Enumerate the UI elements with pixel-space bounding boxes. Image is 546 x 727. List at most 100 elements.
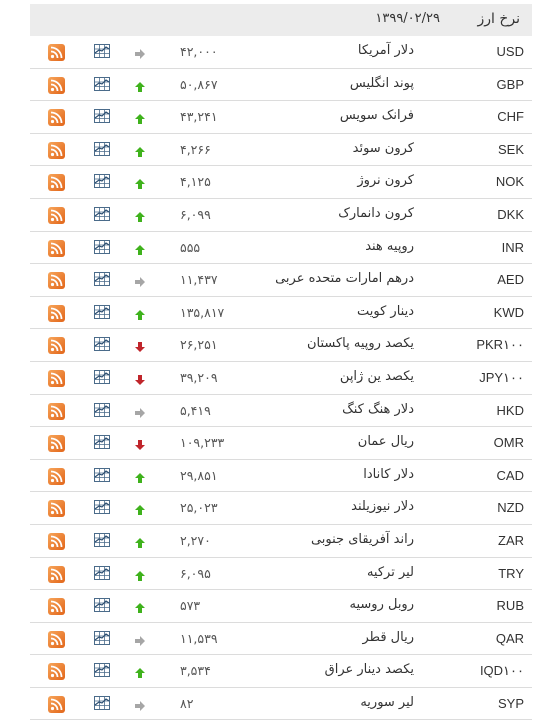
chart-icon[interactable] — [94, 304, 110, 319]
table-row: IQD۱۰۰ یکصد دینار عراق ۳,۵۳۴ — [30, 655, 532, 688]
chart-icon[interactable] — [94, 402, 110, 417]
chart-icon[interactable] — [94, 369, 110, 384]
chart-icon[interactable] — [94, 597, 110, 613]
rss-icon[interactable] — [48, 109, 65, 127]
currency-code: PKR۱۰۰ — [476, 337, 524, 353]
chart-icon[interactable] — [94, 206, 110, 221]
arrow-up-icon — [134, 208, 146, 222]
table-row: OMR ریال عمان ۱۰۹,۲۳۳ — [30, 427, 532, 460]
chart-icon[interactable] — [94, 336, 110, 352]
arrow-right-icon — [134, 45, 146, 59]
rss-icon[interactable] — [48, 565, 65, 583]
chart-icon[interactable] — [94, 43, 110, 58]
arrow-up-icon — [134, 241, 146, 255]
currency-code: QAR — [495, 630, 524, 646]
rss-icon[interactable] — [48, 467, 65, 485]
currency-price: ۴,۲۶۶ — [180, 141, 211, 157]
table-date: ۱۳۹۹/۰۲/۲۹ — [375, 11, 440, 26]
rss-icon[interactable] — [48, 500, 65, 518]
rss-icon[interactable] — [48, 435, 65, 453]
table-row: SEK کرون سوئد ۴,۲۶۶ — [30, 134, 532, 167]
currency-rates-table: نرخ ارز ۱۳۹۹/۰۲/۲۹ USD دلار آمریکا ۴۲,۰۰… — [30, 4, 532, 721]
currency-name: لیر ترکیه — [366, 564, 414, 580]
currency-code: GBP — [496, 76, 524, 92]
currency-code: USD — [496, 44, 524, 59]
currency-code: CAD — [496, 467, 524, 483]
currency-price: ۱۰۹,۲۳۳ — [180, 435, 225, 451]
currency-price: ۳,۵۳۴ — [180, 663, 211, 679]
currency-code: KWD — [493, 304, 524, 320]
chart-icon[interactable] — [94, 271, 110, 287]
chart-icon[interactable] — [94, 695, 110, 710]
rss-icon[interactable] — [48, 598, 65, 616]
currency-code: SEK — [497, 141, 524, 157]
chart-icon[interactable] — [94, 108, 110, 124]
currency-code: OMR — [493, 435, 524, 451]
currency-name: کرون سوئد — [352, 140, 414, 156]
table-row: AED درهم امارات متحده عربی ۱۱,۴۳۷ — [30, 264, 532, 297]
rss-icon[interactable] — [48, 402, 65, 420]
table-row: DKK کرون دانمارک ۶,۰۹۹ — [30, 199, 532, 232]
currency-name: دلار هنگ کنگ — [342, 401, 414, 417]
arrow-right-icon — [134, 697, 146, 711]
currency-code: SYP — [497, 695, 524, 711]
currency-name: روبل روسیه — [349, 597, 415, 613]
currency-name: دلار کانادا — [363, 466, 414, 482]
currency-code: HKD — [496, 402, 524, 418]
rss-icon[interactable] — [48, 304, 65, 322]
arrow-right-icon — [134, 632, 146, 646]
table-row: JPY۱۰۰ یکصد ین ژاپن ۳۹,۲۰۹ — [30, 362, 532, 395]
currency-code: TRY — [498, 565, 524, 581]
table-row: TRY لیر ترکیه ۶,۰۹۵ — [30, 558, 532, 591]
chart-icon[interactable] — [94, 565, 110, 580]
arrow-up-icon — [134, 110, 146, 125]
rss-icon[interactable] — [48, 630, 65, 648]
rss-icon[interactable] — [48, 337, 65, 355]
currency-name: یکصد ین ژاپن — [339, 368, 414, 384]
chart-icon[interactable] — [94, 141, 110, 156]
currency-price: ۸۲ — [180, 695, 194, 711]
currency-name: درهم امارات متحده عربی — [275, 271, 414, 287]
currency-name: روپیه هند — [365, 238, 414, 254]
rss-icon[interactable] — [48, 663, 65, 681]
chart-icon[interactable] — [94, 434, 110, 450]
rss-icon[interactable] — [48, 369, 65, 387]
table-row: HKD دلار هنگ کنگ ۵,۴۱۹ — [30, 395, 532, 428]
chart-icon[interactable] — [94, 76, 110, 91]
currency-price: ۶,۰۹۵ — [180, 565, 211, 581]
rss-icon[interactable] — [48, 174, 65, 192]
currency-code: IQD۱۰۰ — [479, 663, 524, 679]
chart-icon[interactable] — [94, 239, 110, 254]
rss-icon[interactable] — [48, 532, 65, 550]
currency-price: ۶,۰۹۹ — [180, 206, 211, 222]
currency-code: DKK — [497, 206, 524, 222]
currency-code: JPY۱۰۰ — [479, 369, 524, 385]
currency-price: ۵۰,۸۶۷ — [180, 76, 218, 92]
rss-icon[interactable] — [48, 695, 65, 713]
arrow-down-icon — [134, 371, 146, 385]
rss-icon[interactable] — [48, 239, 65, 257]
currency-name: فرانک سویس — [339, 108, 414, 124]
rss-icon[interactable] — [48, 206, 65, 224]
chart-icon[interactable] — [94, 467, 110, 482]
rss-icon[interactable] — [48, 141, 65, 159]
currency-price: ۴۲,۰۰۰ — [180, 44, 218, 59]
rss-icon[interactable] — [48, 272, 65, 290]
rss-icon[interactable] — [48, 76, 65, 94]
currency-name: یکصد دینار عراق — [324, 662, 414, 678]
table-row: RUB روبل روسیه ۵۷۳ — [30, 590, 532, 623]
table-row: QAR ریال قطر ۱۱,۵۳۹ — [30, 623, 532, 656]
currency-name: راند آفریقای جنوبی — [310, 531, 414, 547]
chart-icon[interactable] — [94, 532, 110, 547]
rss-icon[interactable] — [48, 44, 65, 61]
arrow-down-icon — [134, 338, 146, 353]
chart-icon[interactable] — [94, 499, 110, 515]
table-row: INR روپیه هند ۵۵۵ — [30, 232, 532, 265]
currency-name: ریال قطر — [362, 629, 415, 645]
table-row: NZD دلار نیوزیلند ۲۵,۰۲۳ — [30, 492, 532, 525]
currency-name: کرون نروژ — [357, 173, 414, 189]
chart-icon[interactable] — [94, 173, 110, 189]
chart-icon[interactable] — [94, 662, 110, 678]
chart-icon[interactable] — [94, 630, 110, 645]
currency-price: ۲۵,۰۲۳ — [180, 500, 218, 516]
